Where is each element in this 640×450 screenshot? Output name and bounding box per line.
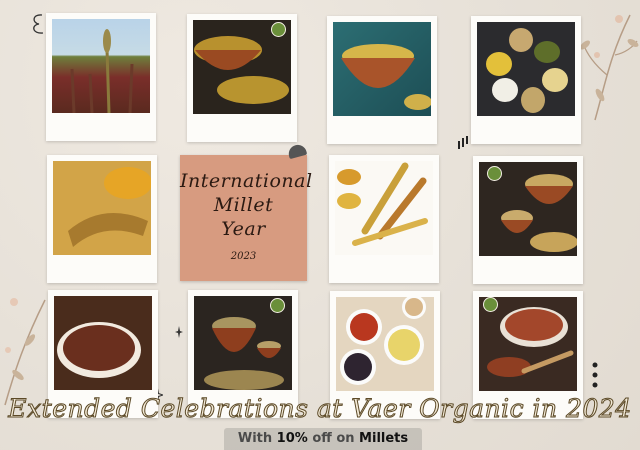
card-year: 2023 — [230, 251, 257, 262]
brand-badge-icon — [270, 298, 285, 313]
offer-mid: off on — [312, 431, 355, 446]
branch-decoration-icon — [580, 14, 639, 121]
photo-card — [327, 16, 437, 144]
brand-badge-icon — [487, 166, 502, 181]
card-title: International Millet Year — [180, 169, 313, 241]
card-title-line: Millet — [213, 194, 274, 216]
millet-spoons-photo — [477, 22, 575, 116]
branch-decoration-icon — [4, 298, 46, 406]
dash-marks-icon — [458, 136, 468, 149]
sparkle-icon — [175, 326, 183, 338]
headline: Extended Celebrations at Vaer Organic in… — [8, 394, 632, 424]
card-title-line: Year — [221, 218, 266, 240]
offer-percent: 10% — [276, 431, 308, 446]
millet-stalks-icon — [70, 29, 134, 113]
swirl-doodle-icon — [33, 14, 44, 34]
ragi-bowl-photo — [54, 296, 152, 390]
millet-bowls-assorted-photo — [336, 297, 434, 391]
card-title-line: International — [180, 170, 313, 192]
millet-year-card: International Millet Year 2023 — [180, 155, 313, 281]
brand-badge-icon — [483, 297, 498, 312]
brand-badge-icon — [271, 22, 286, 37]
photo-card — [187, 14, 297, 142]
photo-card — [47, 155, 157, 283]
millet-field-photo — [52, 19, 150, 113]
millet-clay-pot-photo — [333, 22, 431, 116]
millet-ears-photo — [335, 161, 433, 255]
offer-banner: With 10% off on Millets — [224, 428, 422, 450]
photo-card — [46, 13, 156, 141]
offer-with: With — [237, 431, 273, 446]
offer-product: Millets — [359, 431, 409, 446]
photo-card — [329, 155, 439, 283]
photo-card — [471, 16, 581, 144]
photo-card — [473, 156, 583, 284]
millet-scoop-bowl-photo — [53, 161, 151, 255]
vertical-dots-icon — [592, 362, 598, 388]
